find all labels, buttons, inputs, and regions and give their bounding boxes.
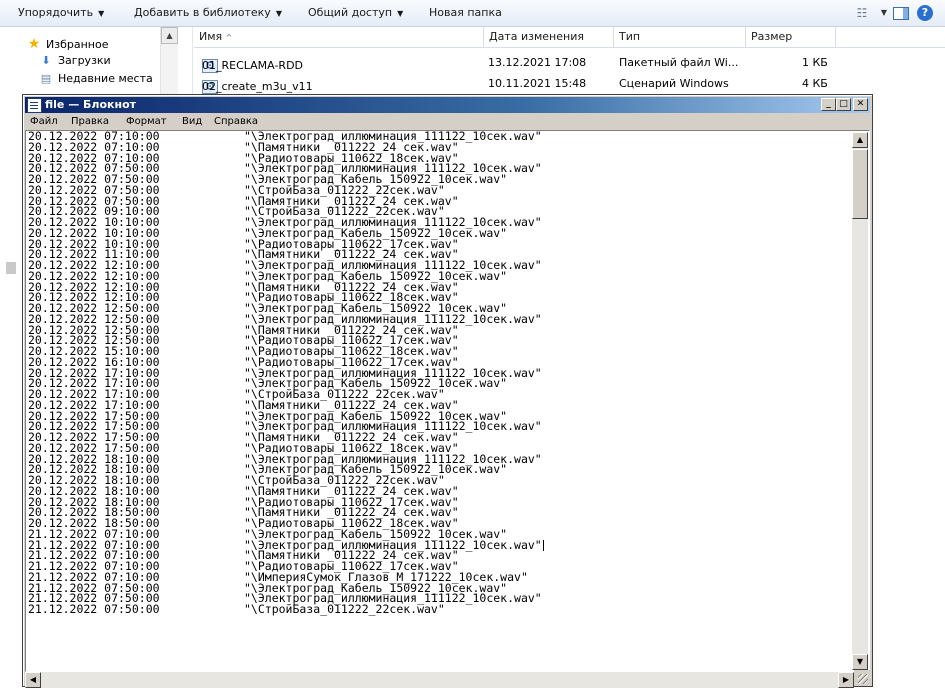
text-content: 20.12.2022 07:10:00 "\Электроград_иллюмин…	[28, 131, 853, 615]
change-view-icon[interactable]: ☷	[853, 4, 871, 22]
share-button[interactable]: Общий доступ ▼	[308, 6, 403, 19]
file-row[interactable]: ⚙ 02_create_m3u_v11 10.11.2021 15:48 Сцен…	[194, 74, 945, 94]
notepad-window: file — Блокнот _ □ ✕ Файл Правка Формат …	[22, 94, 873, 688]
maximize-button[interactable]: □	[836, 98, 851, 111]
text-line: 21.12.2022 07:50:00 "\СтройБаза_011222_22…	[28, 602, 853, 616]
vertical-scrollbar[interactable]: ▲ ▼	[852, 132, 868, 670]
column-size-label: Размер	[751, 30, 793, 43]
column-date-label: Дата изменения	[489, 30, 584, 43]
scroll-up-icon[interactable]: ▲	[161, 27, 178, 44]
column-header-name[interactable]: Имя ^	[194, 27, 484, 47]
help-icon[interactable]: ?	[917, 5, 933, 21]
scroll-up-icon[interactable]: ▲	[852, 132, 868, 148]
minimize-icon: _	[826, 99, 831, 109]
file-type: Пакетный файл Wi...	[619, 56, 739, 69]
recent-places-icon: ▤	[40, 72, 52, 85]
view-controls: ☷ ▼ ?	[853, 4, 933, 22]
add-to-library-label: Добавить в библиотеку	[134, 6, 271, 19]
minimize-button[interactable]: _	[821, 98, 836, 111]
file-type: Сценарий Windows	[619, 77, 729, 90]
scroll-right-icon[interactable]: ▶	[838, 672, 854, 688]
preview-pane-icon[interactable]	[893, 7, 909, 20]
explorer-toolbar: Упорядочить ▼ Добавить в библиотеку ▼ Общи…	[0, 0, 945, 27]
file-name: 02_create_m3u_v11	[202, 80, 313, 93]
file-date: 13.12.2021 17:08	[488, 56, 587, 69]
dropdown-arrow-icon: ▼	[397, 9, 404, 18]
new-folder-label: Новая папка	[429, 6, 502, 19]
menu-bar: Файл Правка Формат Вид Справка	[25, 114, 870, 130]
text-editor-area[interactable]: 20.12.2022 07:10:00 "\Электроград_иллюмин…	[25, 130, 870, 672]
sort-ascending-icon: ^	[225, 33, 233, 42]
scroll-thumb[interactable]	[852, 149, 868, 219]
nav-item-recent[interactable]: ▤ Недавние места	[38, 72, 153, 85]
file-name: 01_RECLAMA-RDD	[202, 59, 304, 72]
share-label: Общий доступ	[308, 6, 393, 19]
scroll-left-icon[interactable]: ◀	[25, 672, 41, 688]
nav-downloads-label: Загрузки	[58, 54, 111, 67]
menu-file[interactable]: Файл	[30, 116, 58, 127]
dropdown-arrow-icon: ▼	[98, 9, 105, 18]
column-type-label: Тип	[619, 30, 641, 43]
nav-recent-label: Недавние места	[58, 72, 153, 85]
maximize-icon: □	[839, 99, 848, 109]
nav-item-downloads[interactable]: ⬇ Загрузки	[38, 54, 111, 67]
scroll-down-icon[interactable]: ▼	[852, 654, 868, 670]
column-header-size[interactable]: Размер	[746, 27, 836, 47]
resize-grip-icon[interactable]	[854, 670, 870, 686]
dropdown-arrow-icon: ▼	[275, 9, 282, 18]
file-list-header: Имя ^ Дата изменения Тип Размер	[194, 27, 945, 48]
window-title: file — Блокнот	[45, 98, 137, 111]
notepad-icon	[27, 98, 42, 113]
menu-edit[interactable]: Правка	[71, 116, 109, 127]
text-caret	[542, 539, 544, 551]
close-button[interactable]: ✕	[853, 98, 868, 111]
star-icon: ★	[27, 36, 41, 52]
splitter-handle[interactable]	[6, 262, 16, 274]
column-header-type[interactable]: Тип	[614, 27, 746, 47]
file-row[interactable]: ⚙ 01_RECLAMA-RDD 13.12.2021 17:08 Пакетны…	[194, 53, 945, 73]
organize-button[interactable]: Упорядочить ▼	[18, 6, 104, 19]
column-header-date[interactable]: Дата изменения	[484, 27, 614, 47]
notepad-title-bar[interactable]: file — Блокнот _ □ ✕	[25, 97, 870, 113]
line-filename: "\СтройБаза_011222_22сек.wav"	[244, 602, 445, 616]
new-folder-button[interactable]: Новая папка	[429, 6, 502, 19]
nav-item-favorites[interactable]: ★ Избранное	[26, 36, 109, 52]
menu-format[interactable]: Формат	[126, 116, 167, 127]
view-options-arrow-icon[interactable]: ▼	[875, 4, 893, 22]
file-size: 1 КБ	[802, 56, 828, 69]
menu-help[interactable]: Справка	[214, 116, 258, 127]
line-datetime: 21.12.2022 07:50:00	[28, 602, 160, 616]
file-size: 4 КБ	[802, 77, 828, 90]
organize-label: Упорядочить	[18, 6, 94, 19]
add-to-library-button[interactable]: Добавить в библиотеку ▼	[134, 6, 282, 19]
nav-favorites-label: Избранное	[46, 38, 109, 51]
downloads-icon: ⬇	[41, 54, 51, 67]
column-name-label: Имя	[199, 30, 223, 43]
horizontal-scrollbar[interactable]: ◀ ▶	[25, 672, 854, 688]
menu-view[interactable]: Вид	[182, 116, 202, 127]
close-icon: ✕	[856, 99, 865, 109]
file-date: 10.11.2021 15:48	[488, 77, 587, 90]
